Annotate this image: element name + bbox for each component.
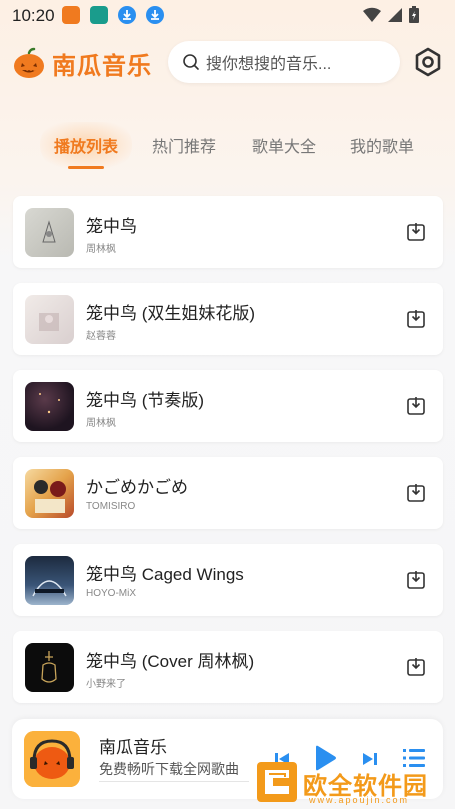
player-cover-pumpkin-headphones-icon	[24, 731, 80, 787]
tab-bar: 播放列表 热门推荐 歌单大全 我的歌单	[0, 122, 455, 172]
player-title: 南瓜音乐	[99, 738, 167, 757]
watermark-url: www.apoujin.com	[309, 795, 410, 805]
song-artist: TOMISIRO	[86, 501, 136, 512]
song-title: 笼中鸟 (节奏版)	[86, 391, 205, 410]
download-icon[interactable]	[406, 657, 426, 677]
tab-song-lists[interactable]: 歌单大全	[240, 122, 328, 168]
song-list-item[interactable]: 笼中鸟 (双生姐妹花版) 赵蓉蓉	[13, 283, 443, 355]
wifi-icon	[363, 7, 381, 22]
robot-notification-icon	[90, 6, 108, 24]
tab-playlist[interactable]: 播放列表	[40, 122, 132, 168]
download-icon[interactable]	[406, 222, 426, 242]
song-title: 笼中鸟 (双生姐妹花版)	[86, 304, 256, 323]
download-icon[interactable]	[406, 570, 426, 590]
signal-icon	[388, 7, 402, 22]
song-title: 笼中鸟 Caged Wings	[86, 565, 244, 584]
song-list-item[interactable]: 笼中鸟 Caged Wings HOYO-MiX	[13, 544, 443, 616]
download-notification-icon	[118, 6, 136, 24]
player-subtitle: 免费畅听下载全网歌曲	[99, 761, 239, 777]
download-notification-icon	[146, 6, 164, 24]
download-icon[interactable]	[406, 396, 426, 416]
search-icon	[183, 54, 199, 70]
status-indicators	[363, 6, 419, 23]
settings-hexagon-icon[interactable]	[412, 46, 444, 78]
song-list-item[interactable]: かごめかごめ TOMISIRO	[13, 457, 443, 529]
search-placeholder: 搜你想搜的音乐...	[206, 56, 332, 73]
watermark: 欧全软件园 www.apoujin.com	[255, 760, 455, 809]
song-artist: 小野来了	[86, 679, 126, 690]
progress-bar[interactable]	[99, 781, 249, 782]
album-cover	[25, 556, 74, 605]
tab-my-lists[interactable]: 我的歌单	[338, 122, 426, 168]
song-title: 笼中鸟	[86, 217, 137, 236]
song-list-item[interactable]: 笼中鸟 (节奏版) 周林枫	[13, 370, 443, 442]
song-list-item[interactable]: 笼中鸟 周林枫	[13, 196, 443, 268]
song-artist: 周林枫	[86, 418, 116, 429]
album-cover	[25, 295, 74, 344]
watermark-logo-icon	[257, 762, 297, 802]
pumpkin-notification-icon	[62, 6, 80, 24]
search-input[interactable]: 搜你想搜的音乐...	[168, 41, 400, 83]
album-cover	[25, 382, 74, 431]
song-artist: 周林枫	[86, 244, 116, 255]
tab-hot-recommend[interactable]: 热门推荐	[140, 122, 228, 168]
album-cover	[25, 208, 74, 257]
song-artist: 赵蓉蓉	[86, 331, 116, 342]
battery-icon	[409, 6, 419, 23]
song-artist: HOYO-MiX	[86, 588, 136, 599]
active-tab-indicator	[68, 166, 104, 169]
download-icon[interactable]	[406, 309, 426, 329]
app-title: 南瓜音乐	[52, 53, 152, 80]
song-title: かごめかごめ	[86, 478, 188, 497]
status-time: 10:20	[12, 6, 55, 25]
song-list-item[interactable]: 笼中鸟 (Cover 周林枫) 小野来了	[13, 631, 443, 703]
download-icon[interactable]	[406, 483, 426, 503]
pumpkin-logo-icon	[14, 47, 44, 78]
song-title: 笼中鸟 (Cover 周林枫)	[86, 652, 255, 671]
album-cover	[25, 469, 74, 518]
status-bar: 10:20	[0, 0, 455, 30]
album-cover	[25, 643, 74, 692]
